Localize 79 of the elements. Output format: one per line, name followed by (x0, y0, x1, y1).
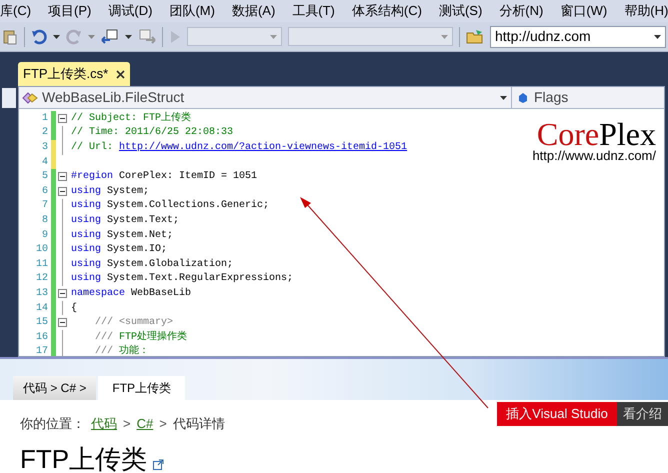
line-number: 15 (34, 316, 49, 330)
external-link-icon[interactable] (153, 459, 164, 470)
type-dropdown[interactable]: WebBaseLib.FileStruct (19, 87, 512, 108)
line-number: 4 (40, 156, 49, 170)
folder-icon[interactable] (466, 28, 484, 44)
code-line: /// 功能： (94, 344, 150, 356)
coreplex-logo: CorePlex http://www.udnz.com/ (532, 119, 656, 163)
menu-item[interactable]: 项目(P) (48, 1, 92, 21)
code-line: using System.Text.RegularExpressions; (70, 272, 294, 286)
collapse-icon[interactable] (58, 288, 67, 298)
line-number: 12 (34, 272, 49, 286)
code-line: // Time: 2011/6/25 22:08:33 (70, 126, 234, 140)
breadcrumb-separator: > (123, 414, 131, 432)
line-number: 2 (40, 126, 49, 140)
member-dropdown[interactable]: Flags (512, 87, 664, 108)
code-line: { (70, 302, 78, 316)
collapse-icon[interactable] (58, 186, 67, 196)
code-line: namespace WebBaseLib (70, 286, 192, 301)
line-number: 6 (40, 184, 49, 199)
code-line: #region CorePlex: ItemID = 1051 (70, 170, 258, 184)
collapse-icon[interactable] (58, 114, 67, 123)
class-icon (22, 90, 38, 104)
line-number: 7 (40, 199, 49, 214)
address-field[interactable]: http://udnz.com (490, 26, 666, 48)
code-line: using System; (70, 184, 150, 199)
line-number: 10 (34, 243, 49, 258)
code-line: using System.Collections.Generic; (70, 198, 270, 214)
menu-item[interactable]: 体系结构(C) (352, 1, 422, 21)
line-number: 17 (34, 345, 49, 356)
code-line: // Subject: FTP上传类 (70, 110, 192, 126)
code-line: using System.Text; (70, 214, 180, 228)
undo-icon[interactable] (31, 28, 47, 44)
menu-item[interactable]: 窗口(W) (560, 1, 608, 21)
caret-icon[interactable] (125, 34, 132, 38)
line-number: 8 (40, 214, 49, 228)
code-line: using System.IO; (70, 242, 168, 258)
insert-button[interactable]: 插入Visual Studio (497, 402, 617, 426)
close-icon[interactable] (116, 70, 126, 78)
line-number: 5 (40, 170, 49, 184)
code-line: using System.Net; (70, 228, 174, 243)
page-tab[interactable]: 代码 > C# > (13, 376, 96, 400)
line-number: 9 (40, 228, 49, 243)
navigate-icon[interactable] (101, 28, 119, 44)
line-number: 11 (34, 258, 49, 272)
code-line: /// <summary> (94, 316, 174, 330)
breadcrumb-separator: > (159, 414, 167, 432)
menu-item[interactable]: 帮助(H) (624, 1, 668, 21)
code-line: // Url: http://www.udnz.com/?action-viewnews-itemid-1051 (70, 140, 408, 155)
caret-icon (441, 34, 448, 38)
caret-icon[interactable] (53, 34, 60, 38)
line-number: 16 (34, 330, 49, 345)
breadcrumb-link[interactable]: C# (136, 414, 154, 433)
line-number: 1 (40, 112, 49, 126)
menu-item[interactable]: 工具(T) (292, 1, 335, 21)
code-line: /// FTP处理操作类 (94, 330, 188, 344)
caret-icon[interactable] (654, 34, 661, 38)
line-number: 13 (34, 286, 49, 301)
intro-button[interactable]: 看介绍 (617, 402, 668, 426)
document-tab[interactable]: FTP上传类.cs* (18, 62, 130, 86)
collapse-icon[interactable] (58, 172, 67, 182)
menu-item[interactable]: 测试(S) (438, 1, 482, 21)
page-tab[interactable]: FTP上传类 (98, 376, 186, 400)
menu-item[interactable]: 团队(M) (169, 1, 215, 21)
caret-icon (270, 34, 277, 38)
collapse-icon[interactable] (58, 318, 67, 328)
caret-icon (500, 96, 507, 100)
page-title: FTP上传类 (20, 445, 148, 473)
menu-item[interactable]: 库(C) (0, 1, 32, 21)
field-icon (518, 92, 528, 104)
breadcrumb-current: 代码详情 (172, 414, 225, 432)
breadcrumb-label: 你的位置： (20, 414, 85, 432)
menu-item[interactable]: 数据(A) (232, 1, 276, 21)
code-line: using System.Globalization; (70, 258, 234, 272)
clipboard-icon[interactable] (2, 28, 18, 44)
menu-item[interactable]: 分析(N) (499, 1, 544, 21)
breadcrumb-link[interactable]: 代码 (91, 414, 117, 433)
menu-item[interactable]: 调试(D) (108, 1, 152, 21)
line-number: 3 (40, 140, 49, 155)
line-number: 14 (34, 302, 49, 316)
